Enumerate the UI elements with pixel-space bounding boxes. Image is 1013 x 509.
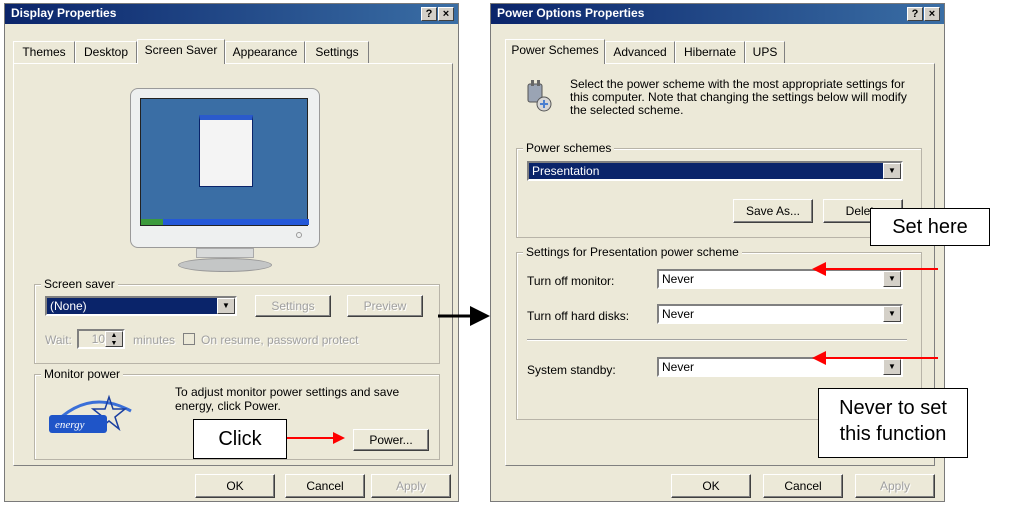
tab-advanced[interactable]: Advanced (605, 41, 675, 63)
preview-taskbar (141, 219, 309, 225)
power-schemes-group: Power schemes Presentation ▼ Save As... … (516, 141, 922, 238)
settings-divider (527, 339, 907, 341)
help-button[interactable]: ? (907, 7, 923, 21)
close-button[interactable]: × (438, 7, 454, 21)
wait-value: 10 (91, 332, 105, 346)
never-callout: Never to set this function (818, 388, 968, 458)
never-callout-line2: this function (839, 423, 947, 445)
tab-desktop[interactable]: Desktop (75, 41, 137, 63)
tab-screen-saver[interactable]: Screen Saver (137, 39, 225, 64)
power-schemes-legend: Power schemes (523, 141, 615, 155)
monitor-label: Turn off monitor: (527, 274, 615, 288)
tab-settings[interactable]: Settings (305, 41, 369, 63)
screen-saver-panel: Screen saver (None) ▼ Settings Preview W… (13, 63, 453, 466)
click-callout: Click (193, 419, 287, 459)
monitor-timeout-value: Never (662, 272, 695, 286)
power-button[interactable]: Power... (353, 429, 429, 451)
svg-text:energy: energy (55, 419, 85, 431)
apply-button[interactable]: Apply (371, 474, 451, 498)
wait-spinner[interactable]: 10 ▲ ▼ (77, 329, 125, 349)
tab-strip: Themes Desktop Screen Saver Appearance S… (13, 39, 453, 65)
monitor-power-led (296, 232, 302, 238)
ok-button[interactable]: OK (671, 474, 751, 498)
monitor-power-description: To adjust monitor power settings and sav… (175, 385, 400, 413)
preview-start-button (141, 219, 163, 225)
preview-window (199, 115, 253, 187)
never-callout-line1: Never to set (839, 397, 947, 419)
cancel-button[interactable]: Cancel (763, 474, 843, 498)
wait-label: Wait: (45, 333, 72, 347)
preview-button[interactable]: Preview (347, 295, 423, 317)
power-plug-icon (522, 80, 554, 112)
monitor-stand (196, 248, 254, 258)
energy-star-logo: energy (47, 393, 135, 437)
power-scheme-select[interactable]: Presentation ▼ (527, 161, 903, 181)
window-title: Power Options Properties (497, 6, 645, 20)
close-button[interactable]: × (924, 7, 940, 21)
tab-themes[interactable]: Themes (13, 41, 75, 63)
intro-text: Select the power scheme with the most ap… (570, 77, 907, 117)
apply-button[interactable]: Apply (855, 474, 935, 498)
save-as-button[interactable]: Save As... (733, 199, 813, 223)
disks-label: Turn off hard disks: (527, 309, 630, 323)
standby-label: System standby: (527, 363, 616, 377)
tab-power-schemes[interactable]: Power Schemes (505, 39, 605, 64)
spinner-arrows-icon[interactable]: ▲ ▼ (105, 331, 123, 347)
power-scheme-value: Presentation (532, 164, 600, 178)
monitor-screen (140, 98, 309, 226)
tab-strip: Power Schemes Advanced Hibernate UPS (505, 39, 935, 65)
next-step-arrow (438, 306, 490, 326)
standby-timeout-value: Never (662, 360, 695, 374)
settings-button[interactable]: Settings (255, 295, 331, 317)
monitor-preview (124, 88, 334, 278)
resume-label: On resume, password protect (201, 333, 359, 347)
chevron-down-icon[interactable]: ▼ (217, 298, 235, 314)
tab-appearance[interactable]: Appearance (225, 41, 305, 63)
title-bar: Display Properties ? × (5, 4, 458, 24)
monitor-power-legend: Monitor power (41, 367, 124, 381)
standby-arrow (812, 351, 938, 365)
screen-saver-group: Screen saver (None) ▼ Settings Preview W… (34, 277, 440, 364)
screen-saver-select[interactable]: (None) ▼ (45, 296, 237, 316)
title-bar: Power Options Properties ? × (491, 4, 944, 24)
disks-timeout-value: Never (662, 307, 695, 321)
screen-saver-legend: Screen saver (41, 277, 118, 291)
monitor-base (178, 258, 272, 272)
tab-hibernate[interactable]: Hibernate (675, 41, 745, 63)
disks-timeout-select[interactable]: Never ▼ (657, 304, 903, 324)
tab-ups[interactable]: UPS (745, 41, 785, 63)
window-title: Display Properties (11, 6, 117, 20)
ok-button[interactable]: OK (195, 474, 275, 498)
chevron-down-icon[interactable]: ▼ (883, 306, 901, 322)
set-here-callout: Set here (870, 208, 990, 246)
cancel-button[interactable]: Cancel (285, 474, 365, 498)
chevron-down-icon[interactable]: ▼ (883, 163, 901, 179)
help-button[interactable]: ? (421, 7, 437, 21)
monitor-arrow (812, 262, 938, 276)
resume-checkbox[interactable] (183, 333, 195, 345)
minutes-label: minutes (133, 333, 176, 347)
click-arrow (287, 432, 345, 444)
scheme-settings-legend: Settings for Presentation power scheme (523, 245, 742, 259)
screen-saver-value: (None) (50, 299, 87, 313)
